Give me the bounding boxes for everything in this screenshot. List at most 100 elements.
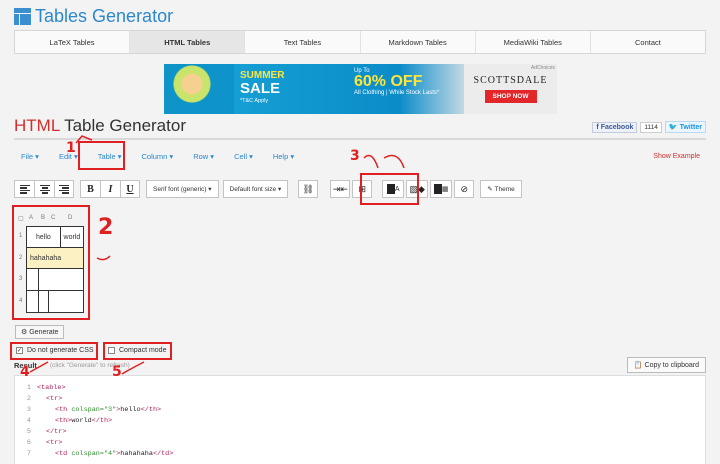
code-token: </tr> bbox=[46, 428, 67, 436]
code-token: hello bbox=[120, 406, 141, 414]
tab-latex-tables[interactable]: LaTeX Tables bbox=[15, 31, 131, 53]
select-all-checkbox[interactable]: ▢ bbox=[18, 215, 24, 222]
show-example-link[interactable]: Show Example bbox=[653, 153, 700, 160]
generate-button[interactable]: ⚙ Generate bbox=[15, 325, 65, 339]
column-header-c[interactable]: C bbox=[51, 215, 55, 221]
page-title-rest: Table Generator bbox=[59, 116, 186, 135]
code-line: 3 <th colspan="3">hello</th> bbox=[15, 406, 161, 417]
table-row bbox=[27, 269, 83, 291]
ad-clothing: All Clothing | While Stock Lasts* bbox=[354, 90, 440, 96]
cell-empty[interactable] bbox=[49, 291, 83, 312]
tab-contact[interactable]: Contact bbox=[591, 31, 705, 53]
social-buttons: f Facebook 1114 🐦 Twitter bbox=[592, 121, 706, 133]
page-title-accent: HTML bbox=[14, 116, 60, 135]
merge-cells-icon: ⇥⇤ bbox=[332, 183, 348, 194]
line-number: 2 bbox=[26, 395, 31, 403]
twitter-button[interactable]: 🐦 Twitter bbox=[664, 121, 706, 133]
link-icon: ⛓ bbox=[302, 183, 314, 194]
annotation-number-5: 5 bbox=[112, 364, 122, 380]
annotation-box-compact bbox=[103, 342, 172, 360]
line-number: 1 bbox=[26, 384, 31, 392]
line-number: 5 bbox=[26, 428, 31, 436]
align-left-button[interactable] bbox=[14, 180, 34, 198]
align-left-icon bbox=[19, 184, 30, 194]
column-header-d[interactable]: D bbox=[68, 215, 72, 221]
code-token: <tr> bbox=[46, 395, 63, 403]
ad-banner[interactable]: SUMMER SALE *T&C Apply Up To 60% OFF All… bbox=[164, 64, 557, 114]
row-number-4[interactable]: 4 bbox=[19, 298, 22, 304]
font-size-select[interactable]: Default font size ▾ bbox=[222, 180, 289, 198]
facebook-count: 1114 bbox=[640, 121, 662, 133]
site-title: Tables Generator bbox=[35, 6, 174, 26]
cell-world[interactable]: world bbox=[61, 227, 83, 247]
code-line: 7 <td colspan="4">hahahaha</td> bbox=[15, 450, 173, 461]
ad-shop-now-button[interactable]: SHOP NOW bbox=[484, 90, 537, 103]
underline-button[interactable]: U bbox=[120, 180, 140, 198]
tab-text-tables[interactable]: Text Tables bbox=[245, 31, 361, 53]
top-navigation: LaTeX Tables HTML Tables Text Tables Mar… bbox=[14, 30, 706, 54]
tab-markdown-tables[interactable]: Markdown Tables bbox=[361, 31, 476, 53]
table-logo-icon bbox=[14, 8, 31, 25]
row-number-2[interactable]: 2 bbox=[19, 255, 22, 261]
formatting-toolbar: B I U Serif font (generic) ▾ Default fon… bbox=[14, 180, 522, 198]
annotation-box-table-menu bbox=[78, 141, 125, 170]
align-right-button[interactable] bbox=[54, 180, 74, 198]
cell-empty[interactable] bbox=[27, 291, 39, 312]
ad-terms: *T&C Apply bbox=[240, 98, 269, 104]
code-token: world bbox=[71, 417, 92, 425]
code-token: </th> bbox=[140, 406, 162, 414]
line-number: 3 bbox=[26, 406, 31, 414]
row-number-3[interactable]: 3 bbox=[19, 276, 22, 282]
tab-html-tables[interactable]: HTML Tables bbox=[130, 31, 246, 53]
code-token: <th bbox=[55, 406, 72, 414]
code-line: 5 </tr> bbox=[15, 428, 67, 439]
menu-help[interactable]: Help ▾ bbox=[273, 152, 294, 161]
border-color-icon bbox=[433, 184, 442, 194]
ad-choices[interactable]: AdChoices bbox=[531, 65, 555, 71]
italic-button[interactable]: I bbox=[100, 180, 120, 198]
line-number: 4 bbox=[26, 417, 31, 425]
theme-button[interactable]: ✎ Theme bbox=[480, 180, 522, 198]
clear-formatting-button[interactable]: ⊘ bbox=[454, 180, 475, 198]
facebook-button[interactable]: f Facebook bbox=[592, 121, 638, 133]
menu-file[interactable]: File ▾ bbox=[21, 152, 39, 161]
code-token: hahahaha bbox=[120, 450, 153, 458]
code-line: 6 <tr> bbox=[15, 439, 62, 450]
align-center-button[interactable] bbox=[34, 180, 54, 198]
menu-column[interactable]: Column ▾ bbox=[142, 152, 174, 161]
page-title: HTML Table Generator bbox=[14, 116, 186, 136]
code-line: 2 <tr> bbox=[15, 395, 62, 406]
menu-cell[interactable]: Cell ▾ bbox=[234, 152, 253, 161]
column-header-b[interactable]: B bbox=[41, 215, 45, 221]
code-token: </td> bbox=[152, 450, 174, 458]
table-row bbox=[27, 291, 83, 312]
column-header-a[interactable]: A bbox=[29, 215, 33, 221]
annotation-number-3: 3 bbox=[350, 148, 360, 164]
code-token: colspan="4" bbox=[71, 450, 117, 458]
menu-bar: File ▾ Edit ▾ Table ▾ Column ▾ Row ▾ Cel… bbox=[21, 152, 314, 161]
cell-hello[interactable]: hello bbox=[27, 227, 61, 247]
row-number-1[interactable]: 1 bbox=[19, 233, 22, 239]
copy-to-clipboard-button[interactable]: 📋 Copy to clipboard bbox=[626, 357, 706, 373]
ad-golfer-image bbox=[164, 64, 234, 114]
code-output[interactable]: 1 <table> 2 <tr> 3 <th colspan="3">hello</th>… bbox=[14, 375, 706, 464]
cell-empty[interactable] bbox=[27, 269, 39, 290]
annotation-number-1: 1 bbox=[66, 140, 76, 156]
cell-hahahaha[interactable]: hahahaha bbox=[27, 248, 83, 268]
block-icon: ⊘ bbox=[460, 183, 468, 194]
code-token: <tr> bbox=[46, 439, 63, 447]
font-family-select[interactable]: Serif font (generic) ▾ bbox=[146, 180, 219, 198]
clipboard-icon: 📋 bbox=[633, 362, 645, 369]
menu-row[interactable]: Row ▾ bbox=[193, 152, 214, 161]
tab-mediawiki-tables[interactable]: MediaWiki Tables bbox=[476, 31, 591, 53]
align-right-icon bbox=[59, 184, 69, 194]
link-button[interactable]: ⛓ bbox=[298, 180, 319, 198]
bold-button[interactable]: B bbox=[80, 180, 100, 198]
merge-cells-button[interactable]: ⇥⇤ bbox=[330, 180, 351, 198]
cell-empty[interactable] bbox=[39, 291, 50, 312]
ad-sale-text: SALE bbox=[240, 80, 281, 97]
site-logo[interactable]: Tables Generator bbox=[14, 6, 173, 27]
border-color-button[interactable]: ▦ bbox=[430, 180, 453, 198]
align-center-icon bbox=[39, 184, 50, 194]
cell-empty[interactable] bbox=[39, 269, 83, 290]
